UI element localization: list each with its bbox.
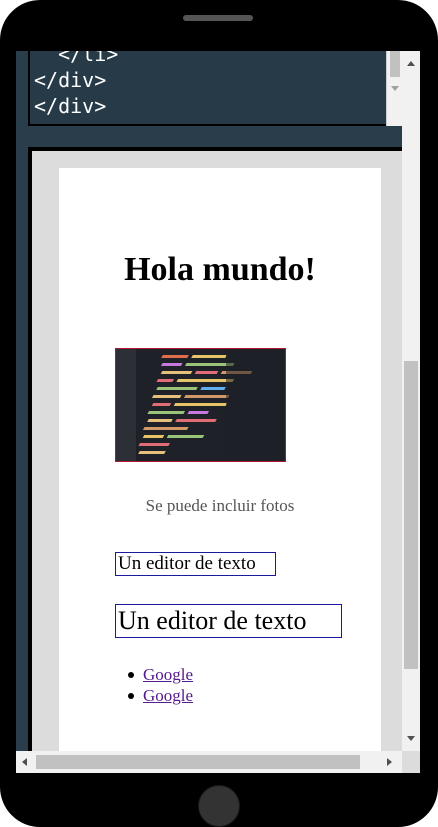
- scroll-down-icon[interactable]: [407, 736, 415, 741]
- scroll-right-icon[interactable]: [387, 758, 392, 766]
- code-photo: [115, 348, 286, 462]
- editor-scroll-down-icon[interactable]: [391, 86, 399, 91]
- speaker-slot: [183, 15, 253, 21]
- list-item: Google: [127, 685, 193, 706]
- text-box-large: Un editor de texto: [115, 604, 342, 638]
- preview-page: Hola mundo! Se puede incluir fotos Un ed…: [59, 168, 381, 761]
- code-line: </div>: [34, 94, 107, 118]
- scroll-up-icon[interactable]: [407, 61, 415, 66]
- vertical-scroll-thumb[interactable]: [404, 361, 418, 669]
- google-link[interactable]: Google: [143, 665, 193, 684]
- editor-scrollbar[interactable]: [386, 51, 403, 126]
- google-link[interactable]: Google: [143, 686, 193, 705]
- code-text[interactable]: </li> </div> </div>: [34, 51, 118, 119]
- editor-scroll-thumb[interactable]: [390, 51, 400, 77]
- photo-caption: Se puede incluir fotos: [145, 496, 295, 515]
- vertical-scrollbar[interactable]: [402, 51, 420, 751]
- scrollbar-corner: [402, 751, 420, 773]
- horizontal-scrollbar[interactable]: [16, 751, 402, 773]
- phone-screen: </li> </div> </div> Hola mundo! Se puede…: [16, 51, 420, 773]
- phone-frame: </li> </div> </div> Hola mundo! Se puede…: [0, 0, 438, 827]
- code-editor[interactable]: </li> </div> </div>: [28, 51, 390, 126]
- scroll-left-icon[interactable]: [22, 758, 27, 766]
- preview-frame: Hola mundo! Se puede incluir fotos Un ed…: [28, 147, 411, 761]
- code-line: </li>: [34, 51, 119, 66]
- page-heading: Hola mundo!: [124, 251, 316, 288]
- horizontal-scroll-thumb[interactable]: [36, 755, 360, 769]
- home-button[interactable]: [198, 785, 240, 827]
- code-line: </div>: [34, 68, 107, 92]
- list-item: Google: [127, 664, 193, 685]
- link-list: Google Google: [127, 664, 193, 706]
- text-box-small: Un editor de texto: [115, 552, 276, 576]
